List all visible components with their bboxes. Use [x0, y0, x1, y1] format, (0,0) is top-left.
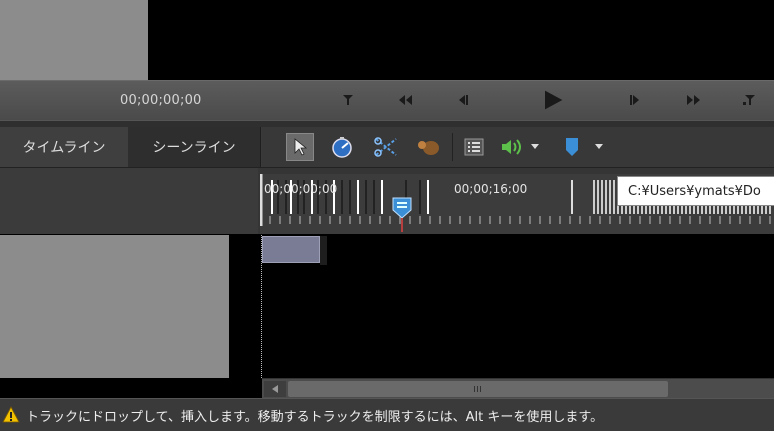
marker-icon — [566, 138, 578, 156]
track-gap — [229, 235, 260, 378]
split-scissors-icon — [374, 137, 397, 157]
volume-icon — [502, 139, 521, 155]
go-to-end-icon — [743, 95, 755, 105]
volume-dropdown-button[interactable] — [528, 133, 542, 161]
volume-button[interactable] — [498, 133, 526, 161]
rewind-icon — [399, 95, 412, 105]
play-button[interactable] — [540, 88, 566, 112]
ruler-header-spacer — [0, 168, 258, 234]
chevron-down-icon — [531, 144, 539, 149]
scroll-spacer — [0, 378, 262, 398]
fast-forward-button[interactable] — [683, 90, 705, 110]
rate-stretch-tool-button[interactable] — [328, 133, 356, 161]
timeline-toolbar — [262, 127, 774, 167]
scroll-thumb[interactable] — [288, 381, 668, 397]
track-header[interactable] — [0, 235, 229, 378]
file-path-tooltip: C:¥Users¥ymats¥Do — [617, 176, 774, 206]
split-tool-button[interactable] — [372, 133, 400, 161]
current-timecode: 00;00;00;00 — [120, 93, 202, 108]
chevron-left-icon — [272, 385, 278, 393]
go-to-end-button[interactable] — [738, 90, 760, 110]
next-frame-icon — [630, 95, 639, 105]
playhead-icon[interactable] — [391, 196, 413, 232]
status-bar: トラックにドロップして、挿入します。移動するトラックを制限するには、Alt キー… — [0, 398, 774, 431]
previous-frame-button[interactable] — [452, 90, 474, 110]
track-area[interactable] — [261, 235, 774, 378]
ruler-timecode-start: 00;00;00;00 — [264, 182, 338, 196]
rewind-button[interactable] — [394, 90, 416, 110]
smart-tool-button[interactable] — [414, 133, 442, 161]
preview-side-panel — [0, 0, 148, 80]
go-to-start-icon — [343, 95, 353, 105]
track-list-button[interactable] — [460, 133, 488, 161]
go-to-start-button[interactable] — [338, 90, 360, 110]
ruler-timecode-mid: 00;00;16;00 — [454, 182, 528, 196]
transport-bar: 00;00;00;00 — [0, 80, 774, 121]
scroll-left-button[interactable] — [264, 381, 286, 397]
tab-timeline[interactable]: タイムライン — [0, 127, 129, 167]
tab-timeline-label: タイムライン — [22, 140, 106, 156]
play-icon — [545, 90, 563, 110]
preview-monitor — [148, 0, 774, 80]
select-arrow-icon — [294, 138, 308, 156]
chevron-down-icon — [595, 144, 603, 149]
magnet-icon — [418, 141, 439, 155]
warning-icon — [2, 406, 20, 423]
tab-sceneline[interactable]: シーンライン — [128, 127, 261, 167]
status-message: トラックにドロップして、挿入します。移動するトラックを制限するには、Alt キー… — [26, 409, 604, 425]
tab-row: タイムライン シーンライン — [0, 127, 774, 167]
clip-trim-handle[interactable] — [320, 236, 327, 265]
tab-sceneline-label: シーンライン — [152, 140, 236, 156]
next-frame-button[interactable] — [624, 90, 646, 110]
marker-dropdown-button[interactable] — [592, 133, 606, 161]
horizontal-scrollbar[interactable] — [262, 378, 774, 399]
select-tool-button[interactable] — [286, 133, 314, 161]
fast-forward-icon — [687, 95, 700, 105]
stretch-speed-icon — [332, 137, 352, 158]
video-clip[interactable] — [262, 236, 320, 263]
grip-icon — [474, 386, 481, 392]
list-icon — [464, 138, 484, 156]
previous-frame-icon — [459, 95, 468, 105]
marker-button[interactable] — [558, 133, 586, 161]
toolbar-divider — [452, 133, 453, 161]
